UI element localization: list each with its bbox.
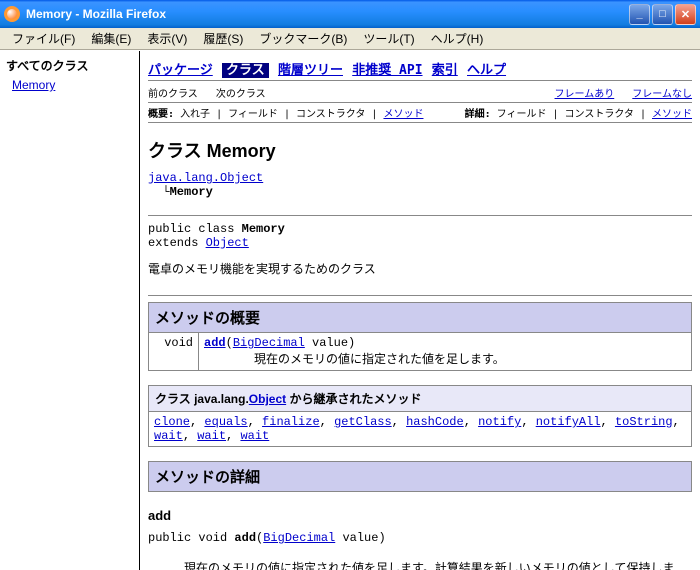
detail-signature: public void add(BigDecimal value) (148, 531, 692, 545)
firefox-icon (4, 6, 20, 22)
inherited-method-link[interactable]: wait (240, 429, 269, 443)
method-summary-title: メソッドの概要 (149, 303, 692, 333)
inherited-method-link[interactable]: finalize (262, 415, 320, 429)
outline-label: 概要: (148, 109, 174, 120)
method-detail-heading: メソッドの詳細 (148, 461, 692, 492)
window-titlebar: Memory - Mozilla Firefox _ □ ✕ (0, 0, 700, 28)
inherited-method-link[interactable]: getClass (334, 415, 392, 429)
detail-method-link[interactable]: メソッド (652, 109, 692, 120)
main-content[interactable]: パッケージ クラス 階層ツリー 非推奨 API 索引 ヘルプ 前のクラス 次のク… (140, 51, 700, 570)
sidebar: すべてのクラス Memory (0, 51, 140, 570)
nav-package[interactable]: パッケージ (148, 63, 213, 78)
nav-help[interactable]: ヘルプ (467, 63, 506, 78)
inherited-method-link[interactable]: equals (204, 415, 247, 429)
class-heading: クラス Memory (148, 137, 692, 163)
menu-edit[interactable]: 編集(E) (83, 28, 139, 49)
inherited-method-link[interactable]: wait (197, 429, 226, 443)
class-description: 電卓のメモリ機能を実現するためのクラス (148, 260, 692, 277)
inherited-object-link[interactable]: Object (249, 392, 286, 406)
method-return: void (149, 333, 199, 371)
subnav-row2: 概要: 入れ子 | フィールド | コンストラクタ | メソッド 詳細: フィー… (148, 103, 692, 123)
separator (148, 215, 692, 216)
inherited-method-link[interactable]: clone (154, 415, 190, 429)
hier-root-link[interactable]: java.lang.Object (148, 171, 263, 185)
window-title: Memory - Mozilla Firefox (26, 7, 629, 21)
hier-self: Memory (170, 185, 213, 199)
next-class: 次のクラス (216, 89, 266, 100)
detail-label: 詳細: (465, 109, 491, 120)
inherited-method-link[interactable]: notifyAll (536, 415, 601, 429)
nav-deprecated[interactable]: 非推奨 API (352, 63, 422, 78)
method-detail-title: メソッドの詳細 (149, 462, 692, 492)
inherited-method-link[interactable]: toString (615, 415, 673, 429)
method-desc: 現在のメモリの値に指定された値を足します。 (204, 350, 686, 367)
nav-index[interactable]: 索引 (432, 63, 458, 78)
class-signature: public class Memory extends Object (148, 222, 692, 250)
outline-text: 入れ子 | フィールド | コンストラクタ | (180, 109, 377, 120)
outline-method-link[interactable]: メソッド (383, 109, 423, 120)
detail-paramtype-link[interactable]: BigDecimal (263, 531, 335, 545)
subnav-row: 前のクラス 次のクラス フレームあり フレームなし (148, 83, 692, 103)
menu-tools[interactable]: ツール(T) (355, 28, 422, 49)
method-summary-table: メソッドの概要 void add(BigDecimal value) 現在のメモ… (148, 302, 692, 371)
noframes-link[interactable]: フレームなし (632, 89, 692, 100)
nav-tree[interactable]: 階層ツリー (278, 63, 343, 78)
menu-bookmarks[interactable]: ブックマーク(B) (251, 28, 355, 49)
sidebar-title: すべてのクラス (6, 57, 133, 74)
menu-history[interactable]: 履歴(S) (195, 28, 251, 49)
close-button[interactable]: ✕ (675, 4, 696, 25)
menubar: ファイル(F) 編集(E) 表示(V) 履歴(S) ブックマーク(B) ツール(… (0, 28, 700, 50)
prev-class: 前のクラス (148, 89, 198, 100)
hierarchy: java.lang.Object └Memory (148, 171, 692, 199)
method-cell: add(BigDecimal value) 現在のメモリの値に指定された値を足し… (199, 333, 692, 371)
minimize-button[interactable]: _ (629, 4, 650, 25)
menu-view[interactable]: 表示(V) (139, 28, 195, 49)
extends-link[interactable]: Object (206, 236, 249, 250)
inherited-methods-cell: clone, equals, finalize, getClass, hashC… (149, 412, 692, 447)
inherited-method-link[interactable]: notify (478, 415, 521, 429)
menu-help[interactable]: ヘルプ(H) (423, 28, 492, 49)
inherited-method-link[interactable]: wait (154, 429, 183, 443)
detail-method-name: add (148, 508, 692, 523)
nav-class-selected: クラス (222, 63, 269, 78)
inherited-title: クラス java.lang.Object から継承されたメソッド (149, 386, 692, 412)
param-type-link[interactable]: BigDecimal (233, 336, 305, 350)
detail-text: フィールド | コンストラクタ | (497, 109, 646, 120)
inherited-method-link[interactable]: hashCode (406, 415, 464, 429)
javadoc-topnav: パッケージ クラス 階層ツリー 非推奨 API 索引 ヘルプ (148, 55, 692, 81)
method-name-link[interactable]: add (204, 336, 226, 350)
maximize-button[interactable]: □ (652, 4, 673, 25)
menu-file[interactable]: ファイル(F) (4, 28, 83, 49)
detail-desc: 現在のメモリの値に指定された値を足します。計算結果を新しいメモリの値として保持し… (184, 559, 692, 570)
frames-link[interactable]: フレームあり (555, 89, 615, 100)
inherited-methods-table: クラス java.lang.Object から継承されたメソッド clone, … (148, 385, 692, 447)
sidebar-item-memory[interactable]: Memory (6, 78, 55, 92)
separator (148, 295, 692, 296)
